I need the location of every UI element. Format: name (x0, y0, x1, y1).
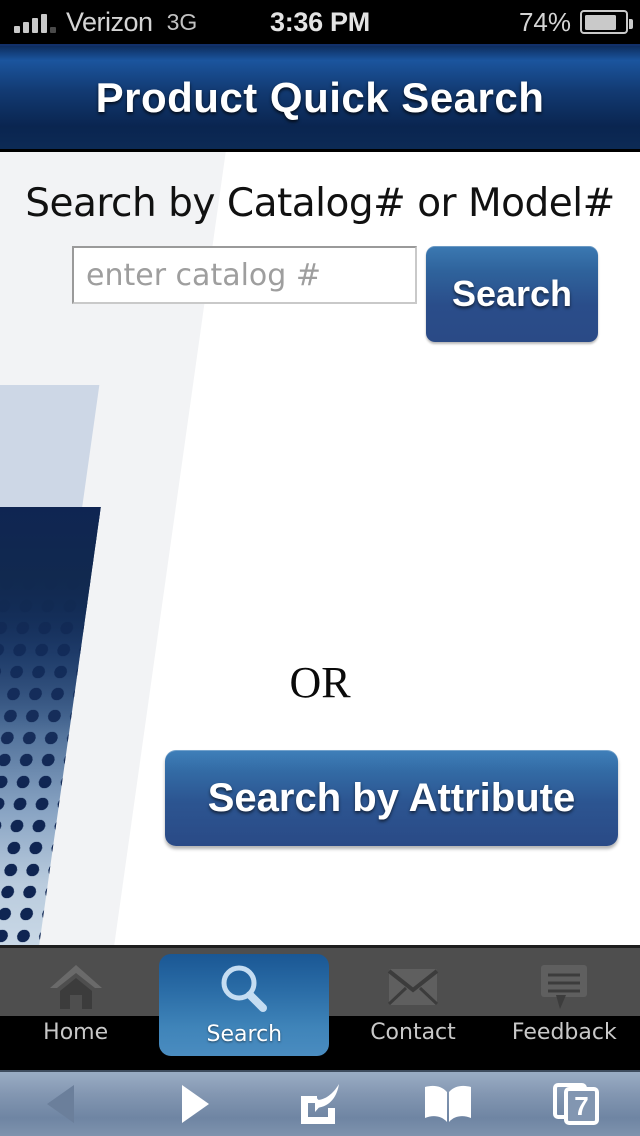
tabs-icon[interactable]: 7 (512, 1081, 640, 1127)
envelope-icon (381, 958, 445, 1016)
book-icon[interactable] (384, 1082, 512, 1126)
battery-percent-label: 74% (518, 6, 571, 37)
speech-bubble-icon (532, 958, 596, 1016)
tab-contact[interactable]: Contact (337, 948, 488, 1070)
back-arrow-icon[interactable] (0, 1081, 128, 1127)
tab-feedback-label: Feedback (511, 1020, 617, 1045)
search-button[interactable]: Search (426, 246, 598, 342)
tab-contact-label: Contact (370, 1020, 456, 1045)
tab-count-badge: 7 (564, 1087, 599, 1125)
phone-screen: Verizon 3G 3:36 PM 74% Product Quick Sea… (0, 0, 640, 1136)
status-bar-right: 74% (518, 0, 633, 44)
search-heading: Search by Catalog# or Model# (25, 181, 615, 226)
tab-list: Home Search Contact Feedback (0, 948, 640, 1070)
tab-home[interactable]: Home (0, 948, 151, 1070)
page-title: Product Quick Search (95, 73, 545, 121)
tab-search[interactable]: Search (159, 954, 330, 1056)
share-icon[interactable] (256, 1080, 384, 1128)
status-bar: Verizon 3G 3:36 PM 74% (0, 0, 640, 44)
forward-arrow-icon[interactable] (128, 1081, 256, 1127)
or-divider-label: OR (289, 658, 351, 707)
tab-bar: Home Search Contact Feedback (0, 945, 640, 1070)
tab-feedback[interactable]: Feedback (489, 948, 640, 1070)
search-by-attribute-button[interactable]: Search by Attribute (165, 750, 618, 846)
battery-icon (580, 10, 633, 34)
page-body: Search by Catalog# or Model# Search OR S… (0, 152, 640, 945)
tab-home-label: Home (43, 1020, 109, 1045)
magnifier-icon (212, 960, 276, 1018)
app-header: Product Quick Search (0, 44, 640, 152)
home-icon (44, 958, 108, 1016)
catalog-search-row: Search (72, 246, 602, 342)
catalog-search-input[interactable] (72, 246, 417, 304)
browser-toolbar: 7 (0, 1070, 640, 1136)
tab-search-label: Search (206, 1022, 283, 1047)
